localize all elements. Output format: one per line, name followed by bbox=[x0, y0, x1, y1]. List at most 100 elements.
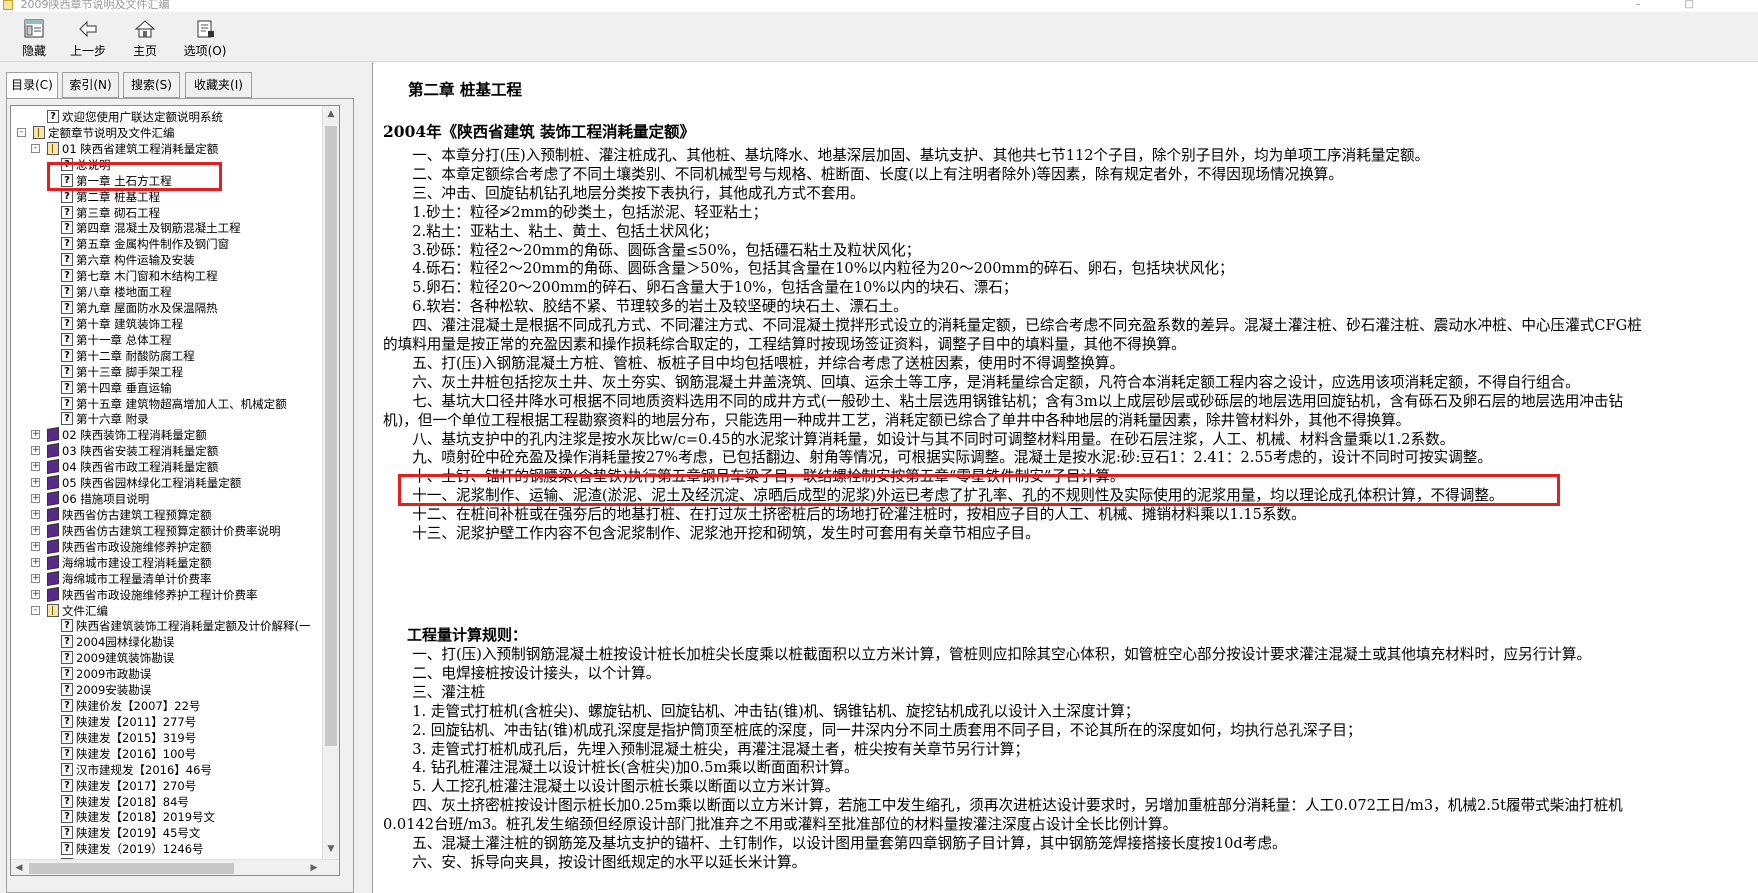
content-paragraph: 六、灰土井桩包括挖灰土井、灰土夯实、钢筋混凝土井盖浇筑、回填、运余土等工序，是消… bbox=[383, 373, 1580, 391]
highlight-box-paragraph bbox=[398, 474, 1560, 506]
collapse-icon[interactable]: - bbox=[17, 127, 26, 137]
tree-item-label: 2009市政勘误 bbox=[76, 667, 152, 682]
hide-icon bbox=[4, 18, 64, 40]
help-page-icon: ? bbox=[61, 380, 73, 394]
help-page-icon: ? bbox=[61, 635, 73, 649]
back-label: 上一步 bbox=[69, 44, 106, 58]
tree-item-label: 陕西省建筑装饰工程消耗量定额及计价解释(一 bbox=[76, 619, 311, 634]
collapse-icon[interactable]: - bbox=[31, 605, 40, 615]
tree-item-label: 第三章 砌石工程 bbox=[76, 205, 161, 220]
minimize-button[interactable]: – bbox=[1636, 0, 1685, 10]
rule-paragraph: 4. 钻孔桩灌注混凝土以设计桩长(含桩尖)加0.5m乘以断面面积计算。 bbox=[383, 759, 859, 777]
expand-icon[interactable]: + bbox=[31, 430, 40, 440]
tree-item-label: 定额章节说明及文件汇编 bbox=[48, 125, 175, 140]
tree-item-label: 第七章 木门窗和木结构工程 bbox=[76, 269, 218, 284]
rule-paragraph: 四、灰土挤密桩按设计图示桩长加0.25m乘以断面以立方米计算，若施工中发生缩孔，… bbox=[383, 797, 1623, 815]
tree-item-label: 第八章 楼地面工程 bbox=[76, 285, 172, 300]
tree-item-label: 海绵城市工程量清单计价费率 bbox=[62, 571, 212, 586]
home-button[interactable]: 主页 bbox=[115, 18, 175, 59]
book-icon bbox=[47, 570, 59, 586]
tree-item-label: 陕建发【2019】45号文 bbox=[76, 826, 201, 841]
highlight-box-tree-item bbox=[47, 162, 222, 191]
book-icon bbox=[47, 141, 59, 155]
tree-item-label: 第十一章 总体工程 bbox=[76, 332, 172, 347]
help-page-icon: ? bbox=[61, 778, 73, 792]
tab-index[interactable]: 索引(N) bbox=[62, 72, 119, 98]
tree-item-label: 01 陕西省建筑工程消耗量定额 bbox=[62, 141, 219, 156]
scroll-up-icon[interactable]: ▲ bbox=[323, 106, 339, 123]
tree-item-label: 欢迎您使用广联达定额说明系统 bbox=[62, 110, 223, 124]
scroll-down-icon[interactable]: ▼ bbox=[323, 841, 339, 858]
tree-item-label: 陕建发【2018】84号 bbox=[76, 794, 189, 809]
scroll-right-icon[interactable]: ▶ bbox=[306, 860, 322, 875]
expand-icon[interactable]: + bbox=[31, 525, 40, 535]
content-paragraph: 5.卵石：粒径20～200mm的碎石、卵石含量大于10%，包括含量在10%以内的… bbox=[383, 279, 1018, 297]
tree-item-label: 陕西省仿古建筑工程预算定额计价费率说明 bbox=[62, 523, 281, 538]
tab-contents[interactable]: 目录(C) bbox=[6, 72, 58, 99]
tree-item-label: 第十章 建筑装饰工程 bbox=[76, 316, 184, 331]
tree-item-label: 2004园林绿化勘误 bbox=[76, 635, 175, 650]
scroll-thumb[interactable] bbox=[325, 126, 337, 746]
expand-icon[interactable]: + bbox=[31, 446, 40, 456]
help-page-icon: ? bbox=[61, 237, 73, 251]
help-page-icon: ? bbox=[61, 842, 73, 856]
expand-icon[interactable]: + bbox=[31, 494, 40, 504]
tree-item-label: 第五章 金属构件制作及钢门窗 bbox=[76, 237, 230, 252]
tree-item-label: 第九章 屋面防水及保温隔热 bbox=[76, 301, 218, 316]
rule-paragraph: 0.0142台班/m3。桩孔发生缩颈但经原设计部门批准弃之不用或灌料至批准部位的… bbox=[383, 816, 1178, 834]
back-button[interactable]: 上一步 bbox=[58, 18, 118, 59]
contents-tree: ? 欢迎您使用广联达定额说明系统 - 定额章节说明及文件汇编 -01 陕西省建筑工程消耗… bbox=[10, 105, 340, 876]
content-paragraph: 2.粘土：亚粘土、粘土、黄土、包括土状风化； bbox=[383, 222, 718, 240]
contents-panel: ? 欢迎您使用广联达定额说明系统 - 定额章节说明及文件汇编 -01 陕西省建筑工程消耗… bbox=[6, 98, 354, 893]
options-icon bbox=[175, 18, 235, 40]
title-bar: 2009陕西章节说明及文件汇编 –□ bbox=[0, 0, 1758, 12]
collapse-icon[interactable]: - bbox=[31, 143, 40, 153]
tree-item-label: 03 陕西省安装工程消耗量定额 bbox=[62, 444, 219, 459]
help-window: 2009陕西章节说明及文件汇编 –□ 隐藏 上一步 主页 选项(O) 目录(C)… bbox=[0, 0, 1758, 893]
h-scroll-thumb[interactable] bbox=[29, 863, 234, 874]
help-page-icon: ? bbox=[61, 699, 73, 713]
tree-item-label: 02 陕西装饰工程消耗量定额 bbox=[62, 428, 207, 443]
rule-paragraph: 5. 人工挖孔桩灌注混凝土以设计图示桩长乘以断面以立方米计算。 bbox=[383, 778, 840, 796]
home-icon bbox=[115, 18, 175, 40]
expand-icon[interactable]: + bbox=[31, 510, 40, 519]
maximize-button[interactable]: □ bbox=[1685, 0, 1738, 10]
expand-icon[interactable]: + bbox=[31, 557, 40, 567]
rule-paragraph: 六、安、拆导向夹具，按设计图纸规定的水平以延长米计算。 bbox=[383, 853, 807, 871]
tab-search[interactable]: 搜索(S) bbox=[123, 72, 180, 98]
tree-vertical-scrollbar[interactable]: ▲ ▼ bbox=[322, 106, 339, 875]
tree-item-label: 04 陕西省市政工程消耗量定额 bbox=[62, 460, 219, 475]
book-icon bbox=[33, 125, 45, 139]
help-page-icon: ? bbox=[61, 619, 73, 633]
expand-icon[interactable]: + bbox=[31, 541, 40, 551]
window-title: 2009陕西章节说明及文件汇编 bbox=[20, 0, 170, 11]
book-icon bbox=[47, 459, 59, 475]
tree-item-label: 陕建发【2018】2019号文 bbox=[76, 810, 216, 825]
tree-item-label: 第六章 构件运输及安装 bbox=[76, 253, 195, 268]
rule-paragraph: 2. 回旋钻机、冲击钻(锥)机成孔深度是指护筒顶至桩底的深度，同一井深内分不同土… bbox=[383, 721, 1362, 739]
hide-button[interactable]: 隐藏 bbox=[4, 18, 64, 59]
scroll-left-icon[interactable]: ◀ bbox=[11, 860, 27, 875]
quota-title: 2004年《陕西省建筑 装饰工程消耗量定额》 bbox=[383, 122, 696, 141]
tree-item-label: 陕建发（2019）1246号 bbox=[76, 842, 204, 857]
tree-horizontal-scrollbar[interactable]: ◀ ▶ bbox=[11, 859, 339, 875]
home-label: 主页 bbox=[132, 44, 157, 58]
expand-icon[interactable]: + bbox=[31, 478, 40, 488]
expand-icon[interactable]: + bbox=[31, 589, 40, 599]
tree-item-label: 2009安装勘误 bbox=[76, 683, 152, 698]
expand-icon[interactable]: + bbox=[31, 462, 40, 472]
tree-item-label: 陕西省市政设施维修养护工程计价费率 bbox=[62, 587, 258, 602]
book-icon bbox=[47, 538, 59, 554]
help-page-icon: ? bbox=[61, 810, 73, 824]
expand-icon[interactable]: + bbox=[31, 573, 40, 583]
book-icon bbox=[47, 603, 59, 617]
book-icon bbox=[47, 554, 59, 570]
pane-splitter[interactable] bbox=[360, 62, 372, 893]
options-label: 选项(O) bbox=[183, 44, 227, 58]
help-page-icon: ? bbox=[61, 412, 73, 426]
tab-favorites[interactable]: 收藏夹(I) bbox=[185, 72, 252, 98]
book-icon bbox=[47, 475, 59, 491]
topic-content: 第二章 桩基工程 2004年《陕西省建筑 装饰工程消耗量定额》 一、本章分打(压… bbox=[372, 62, 1758, 893]
content-paragraph: 二、本章定额综合考虑了不同土壤类别、不同机械型号与规格、桩断面、长度(以上有注明… bbox=[383, 165, 1343, 183]
options-button[interactable]: 选项(O) bbox=[175, 18, 235, 59]
